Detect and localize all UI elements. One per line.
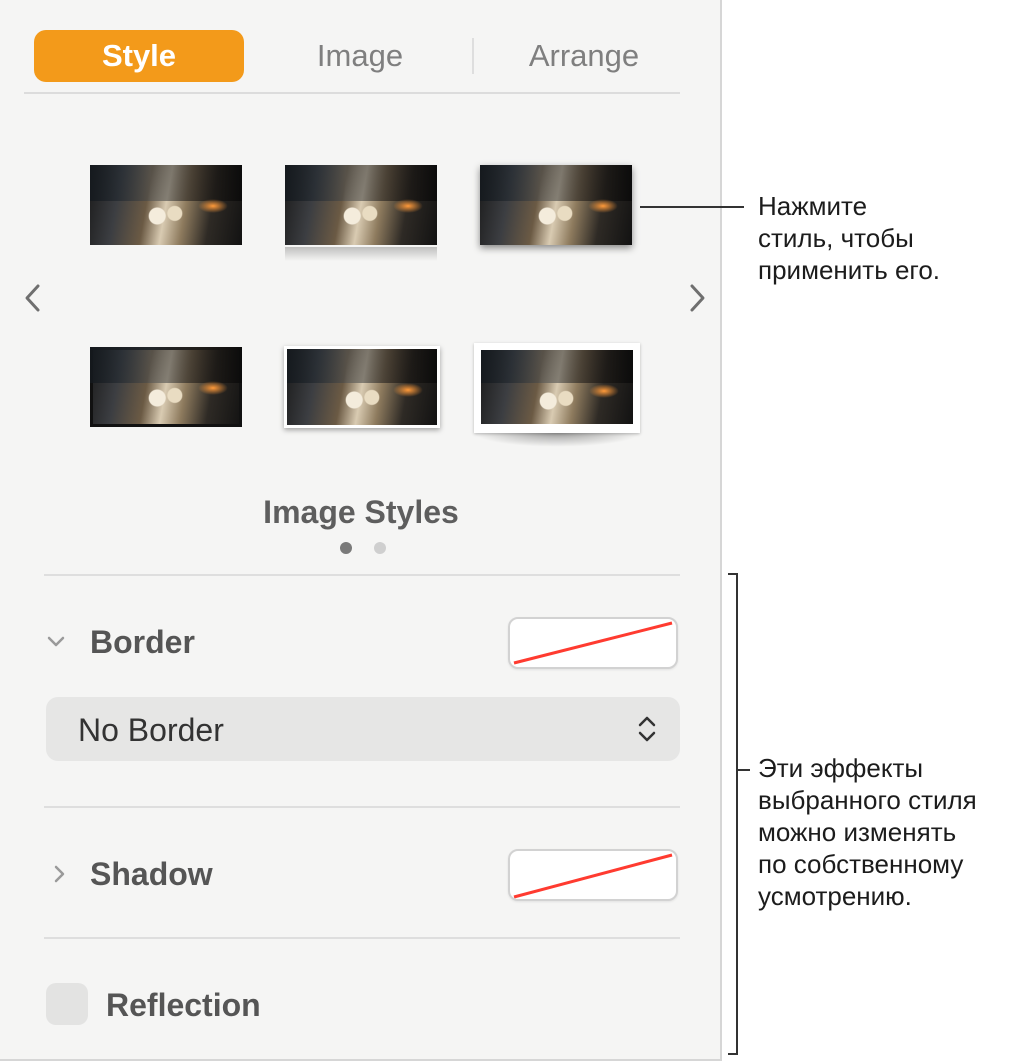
divider (44, 937, 680, 939)
callout-line: Эти эффекты (758, 753, 924, 783)
no-color-slash-icon (513, 853, 673, 899)
tab-style[interactable]: Style (34, 30, 244, 82)
divider (44, 574, 680, 576)
callout-line: применить его. (758, 255, 941, 285)
callout-line: усмотрению. (758, 881, 912, 911)
callout-effects: Эти эффекты выбранного стиля можно измен… (758, 752, 977, 912)
shadow-color-swatch[interactable] (508, 849, 678, 901)
border-label[interactable]: Border (90, 624, 195, 661)
chevron-down-icon[interactable] (44, 630, 68, 654)
callout-line: можно изменять (758, 817, 957, 847)
style-preset-drop-shadow[interactable] (480, 165, 632, 245)
style-preset-reflection[interactable] (285, 165, 437, 245)
up-down-chevron-icon (638, 716, 656, 742)
tab-arrange[interactable]: Arrange (484, 30, 684, 82)
border-style-dropdown[interactable]: No Border (46, 697, 680, 761)
callout-styles: Нажмите стиль, чтобы применить его. (758, 190, 940, 286)
page-dot[interactable] (374, 542, 386, 554)
style-preset-white-frame[interactable] (287, 349, 437, 425)
reflection-checkbox[interactable] (46, 983, 88, 1025)
callout-line: стиль, чтобы (758, 223, 914, 253)
chevron-right-icon[interactable] (48, 862, 72, 886)
curl-shadow-effect (473, 433, 641, 447)
tab-separator (472, 38, 474, 74)
tab-bar: Style Image Arrange (24, 28, 680, 94)
format-sidebar: Style Image Arrange Image Styles Border … (0, 0, 722, 1061)
callout-line: выбранного стиля (758, 785, 977, 815)
style-preset-plain[interactable] (90, 165, 242, 245)
shadow-label[interactable]: Shadow (90, 856, 213, 893)
style-preset-black-frame[interactable] (90, 347, 242, 427)
callout-leader-line (738, 769, 750, 771)
callout-leader-line (640, 206, 744, 208)
border-color-swatch[interactable] (508, 617, 678, 669)
page-dot-active[interactable] (340, 542, 352, 554)
dropdown-value: No Border (78, 712, 224, 748)
reflection-effect (285, 247, 437, 261)
style-preset-curled-shadow[interactable] (474, 343, 640, 433)
callout-line: Нажмите (758, 191, 868, 221)
chevron-right-icon[interactable] (682, 278, 712, 318)
reflection-label[interactable]: Reflection (106, 987, 261, 1024)
tab-image[interactable]: Image (260, 30, 460, 82)
callout-line: по собственному (758, 849, 964, 879)
chevron-left-icon[interactable] (18, 278, 48, 318)
callout-bracket (728, 573, 738, 1055)
no-color-slash-icon (513, 621, 673, 665)
image-styles-title: Image Styles (263, 494, 459, 530)
divider (44, 806, 680, 808)
